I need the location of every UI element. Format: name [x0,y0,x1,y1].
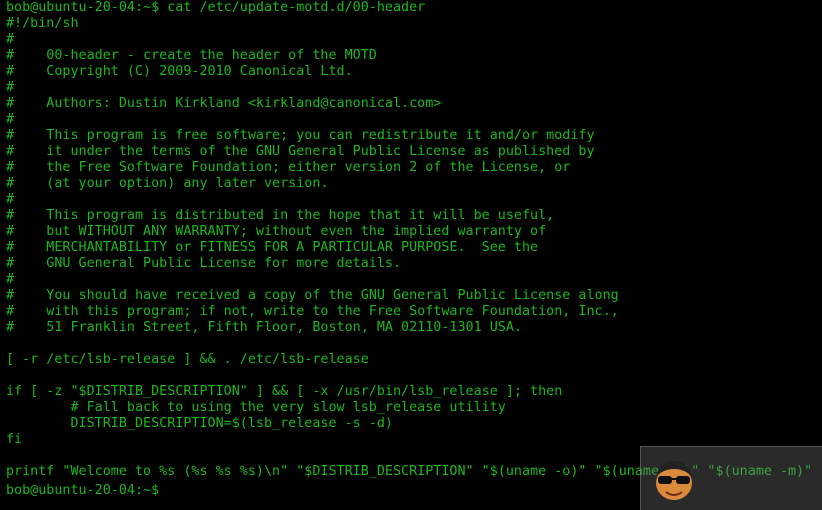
terminal-line: DISTRIB_DESCRIPTION=$(lsb_release -s -d) [6,416,393,431]
terminal-line: # [6,272,15,287]
hacker-face-icon [656,461,692,500]
terminal-line: # [6,32,15,47]
terminal-line: # 51 Franklin Street, Fifth Floor, Bosto… [6,320,522,335]
terminal-line: # This program is free software; you can… [6,128,595,143]
terminal-output: bob@ubuntu-20-04:~$ cat /etc/update-motd… [6,0,822,496]
terminal-line: # This program is distributed in the hop… [6,208,555,223]
terminal-line: #!/bin/sh [6,16,79,31]
terminal-line: # but WITHOUT ANY WARRANTY; without even… [6,224,547,239]
terminal-line: # with this program; if not, write to th… [6,304,619,319]
terminal-line: # [6,112,15,127]
terminal-window[interactable]: bob@ubuntu-20-04:~$ cat /etc/update-motd… [0,0,822,510]
terminal-line: # GNU General Public License for more de… [6,256,402,271]
terminal-line: # [6,192,15,207]
terminal-line: # it under the terms of the GNU General … [6,144,595,159]
terminal-line: # You should have received a copy of the… [6,288,619,303]
terminal-line: # (at your option) any later version. [6,176,329,191]
terminal-cursor [167,480,175,494]
terminal-line: if [ -z "$DISTRIB_DESCRIPTION" ] && [ -x… [6,384,563,399]
terminal-line: # [6,80,15,95]
terminal-line: # Fall back to using the very slow lsb_r… [6,400,506,415]
terminal-line: # the Free Software Foundation; either v… [6,160,571,175]
terminal-line: # Authors: Dustin Kirkland <kirkland@can… [6,96,442,111]
terminal-line: bob@ubuntu-20-04:~$ cat /etc/update-motd… [6,0,426,15]
terminal-line: # Copyright (C) 2009-2010 Canonical Ltd. [6,64,353,79]
watermark-overlay [640,446,822,510]
terminal-line: # MERCHANTABILITY or FITNESS FOR A PARTI… [6,240,539,255]
terminal-line: # 00-header - create the header of the M… [6,48,377,63]
terminal-line: [ -r /etc/lsb-release ] && . /etc/lsb-re… [6,352,369,367]
